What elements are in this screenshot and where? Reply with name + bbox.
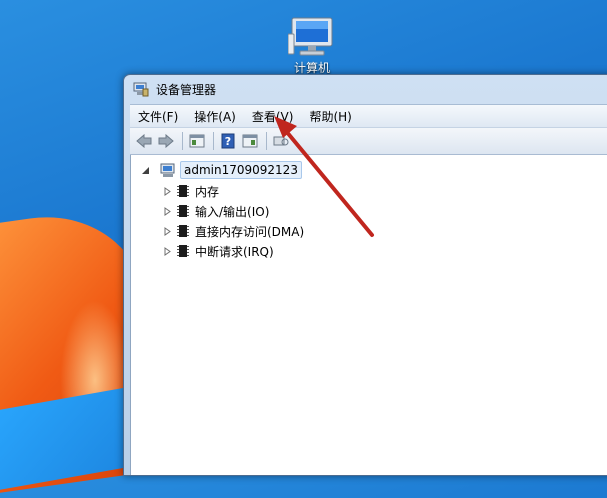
tree-item-label: 输入/输出(IO): [195, 204, 270, 219]
help-icon[interactable]: ?: [218, 131, 238, 151]
toolbar-separator: [182, 132, 183, 150]
scan-hardware-icon[interactable]: [271, 131, 291, 151]
tree-root-label: admin1709092123: [180, 161, 302, 179]
computer-node-icon: [160, 163, 175, 177]
tree-item-label: 中断请求(IRQ): [195, 244, 274, 259]
menu-bar: 文件(F) 操作(A) 查看(V) 帮助(H): [130, 104, 607, 127]
toolbar: ?: [130, 127, 607, 155]
computer-icon[interactable]: [287, 14, 338, 60]
forward-arrow-icon[interactable]: [156, 131, 176, 151]
toolbar-separator: [213, 132, 214, 150]
menu-action[interactable]: 操作(A): [186, 108, 244, 125]
chip-icon: [177, 185, 189, 197]
tree-item-label: 直接内存访问(DMA): [195, 224, 305, 239]
title-bar[interactable]: 设备管理器: [124, 75, 607, 103]
tree-item-io[interactable]: 输入/输出(IO): [163, 202, 269, 220]
tree-item-label: 内存: [195, 184, 220, 199]
chip-icon: [177, 245, 189, 257]
menu-help[interactable]: 帮助(H): [301, 108, 359, 125]
chip-icon: [177, 205, 189, 217]
tree-item-memory[interactable]: 内存: [163, 182, 219, 200]
expand-arrow-icon[interactable]: [163, 226, 172, 236]
device-manager-icon: [133, 81, 149, 97]
tree-item-dma[interactable]: 直接内存访问(DMA): [163, 222, 304, 240]
view-icon[interactable]: [240, 131, 260, 151]
tree-item-irq[interactable]: 中断请求(IRQ): [163, 242, 274, 260]
svg-text:?: ?: [225, 135, 231, 148]
toolbar-separator: [266, 132, 267, 150]
watermark-brand: Baidu 经验: [470, 402, 582, 426]
device-tree: admin1709092123 内存 输入/输出(IO) 直接内存访问(DMA)…: [130, 155, 607, 475]
expand-arrow-icon[interactable]: [163, 186, 172, 196]
menu-file[interactable]: 文件(F): [130, 108, 186, 125]
chip-icon: [177, 225, 189, 237]
menu-view[interactable]: 查看(V): [244, 108, 302, 125]
watermark-url: jingyan.baidu.com: [478, 432, 580, 445]
back-arrow-icon[interactable]: [134, 131, 154, 151]
tree-root[interactable]: admin1709092123: [141, 160, 302, 180]
properties-icon[interactable]: [187, 131, 207, 151]
collapse-arrow-icon[interactable]: [141, 166, 150, 175]
expand-arrow-icon[interactable]: [163, 206, 172, 216]
expand-arrow-icon[interactable]: [163, 246, 172, 256]
window-title: 设备管理器: [156, 83, 217, 97]
